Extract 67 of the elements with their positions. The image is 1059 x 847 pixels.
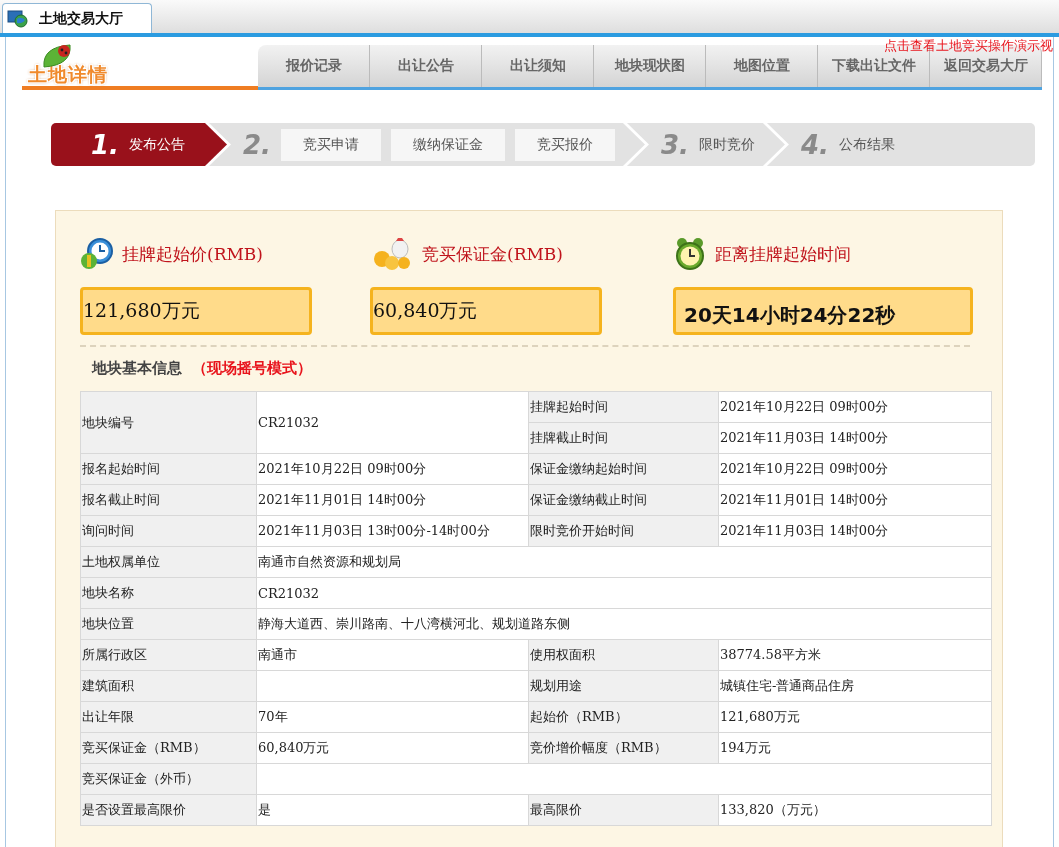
field-label: 最高限价 [528, 794, 719, 826]
field-value: 121,680万元 [718, 701, 992, 733]
field-value: 南通市自然资源和规划局 [256, 546, 992, 578]
field-label: 询问时间 [80, 515, 257, 547]
summary-title: 距离挂牌起始时间 [715, 242, 851, 266]
field-value: 2021年11月03日 13时00分-14时00分 [256, 515, 529, 547]
summary-title: 挂牌起始价(RMB) [122, 242, 263, 266]
summary-title: 竞买保证金(RMB) [422, 242, 563, 266]
field-label: 竞价增价幅度（RMB） [528, 732, 719, 764]
browser-tab[interactable]: 土地交易大厅 [2, 3, 152, 33]
field-label: 出让年限 [80, 701, 257, 733]
nav-tab[interactable]: 出让须知 [482, 45, 594, 87]
field-label: 保证金缴纳截止时间 [528, 484, 719, 516]
field-label: 报名起始时间 [80, 453, 257, 485]
field-value: 静海大道西、崇川路南、十八湾横河北、规划道路东侧 [256, 608, 992, 640]
summary-value: 20天14小时24分22秒 [673, 287, 973, 335]
section-title: 地块基本信息 [92, 359, 182, 377]
progress-step: 2. 竞买申请 缴纳保证金 竞买报价 [209, 123, 645, 166]
sub-step: 竞买申请 [280, 128, 381, 161]
field-value: 是 [256, 794, 529, 826]
field-label: 起始价（RMB） [528, 701, 719, 733]
field-label: 规划用途 [528, 670, 719, 702]
field-value: 60,840万元 [256, 732, 529, 764]
summary-value: 121,680万元 [80, 287, 312, 335]
field-value: 2021年11月03日 14时00分 [718, 515, 992, 547]
field-value: 194万元 [718, 732, 992, 764]
field-label: 保证金缴纳起始时间 [528, 453, 719, 485]
summary-value: 60,840万元 [370, 287, 602, 335]
progress-step: 4. 公布结果 [766, 123, 1035, 166]
alarm-clock-icon [673, 237, 707, 271]
field-value: 70年 [256, 701, 529, 733]
logo-title: 土地详情 [27, 62, 108, 86]
field-label: 挂牌截止时间 [528, 422, 719, 454]
nav-tab[interactable]: 报价记录 [258, 45, 370, 87]
field-label: 地块编号 [80, 391, 257, 454]
field-label: 地块位置 [80, 608, 257, 640]
field-label: 竞买保证金（RMB） [80, 732, 257, 764]
field-value: CR21032 [256, 577, 992, 609]
field-label: 竞买保证金（外币） [80, 763, 257, 795]
field-value: 2021年11月01日 14时00分 [256, 484, 529, 516]
field-value: 2021年11月01日 14时00分 [718, 484, 992, 516]
nav-tab[interactable]: 地图位置 [706, 45, 818, 87]
field-value: CR21032 [256, 391, 529, 454]
field-label: 土地权属单位 [80, 546, 257, 578]
field-value: 2021年11月03日 14时00分 [718, 422, 992, 454]
field-value: 城镇住宅-普通商品住房 [718, 670, 992, 702]
nav-tab[interactable]: 地块现状图 [594, 45, 706, 87]
field-value: 2021年10月22日 09时00分 [256, 453, 529, 485]
field-label: 挂牌起始时间 [528, 391, 719, 423]
globe-icon [7, 9, 29, 28]
nav-tab[interactable]: 出让公告 [370, 45, 482, 87]
field-value: 2021年10月22日 09时00分 [718, 391, 992, 423]
field-value: 133,820（万元） [718, 794, 992, 826]
field-label: 限时竞价开始时间 [528, 515, 719, 547]
sub-step: 竞买报价 [514, 128, 615, 161]
field-label: 所属行政区 [80, 639, 257, 671]
field-label: 建筑面积 [80, 670, 257, 702]
sub-step: 缴纳保证金 [390, 128, 505, 161]
field-value: 2021年10月22日 09时00分 [718, 453, 992, 485]
field-value: 38774.58平方米 [718, 639, 992, 671]
field-label: 使用权面积 [528, 639, 719, 671]
field-value: 南通市 [256, 639, 529, 671]
clock-money-icon [80, 237, 114, 271]
field-label: 报名截止时间 [80, 484, 257, 516]
field-label: 是否设置最高限价 [80, 794, 257, 826]
field-label: 地块名称 [80, 577, 257, 609]
mode-label: （现场摇号模式） [192, 359, 312, 377]
